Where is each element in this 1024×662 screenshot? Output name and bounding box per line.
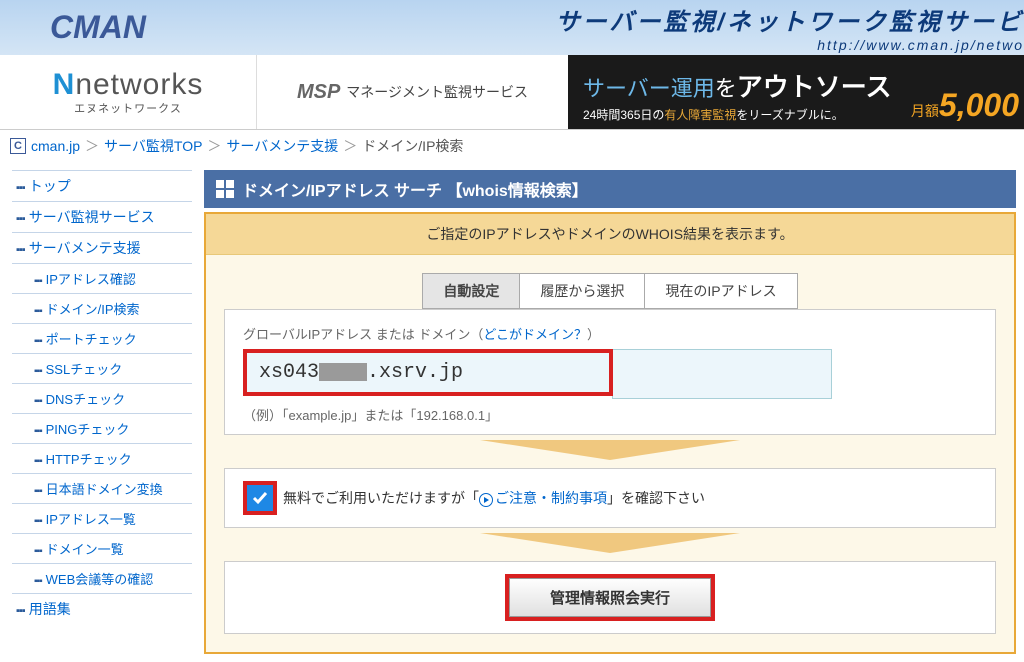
sidebar-item-domain-search[interactable]: ▪▪▪ドメイン/IP検索 xyxy=(12,293,192,323)
sidebar: ▪▪▪トップ ▪▪▪サーバ監視サービス ▪▪▪サーバメンテ支援 ▪▪▪IPアドレ… xyxy=(0,162,200,662)
menu-dots-icon: ▪▪▪ xyxy=(34,396,42,407)
breadcrumb-link-0[interactable]: cman.jp xyxy=(31,138,80,154)
flow-arrow-icon xyxy=(224,440,996,463)
page-title-bar: ドメイン/IPアドレス サーチ 【whois情報検索】 xyxy=(204,170,1016,208)
domain-input-extension[interactable] xyxy=(612,349,832,399)
sidebar-item-iplist[interactable]: ▪▪▪IPアドレス一覧 xyxy=(12,503,192,533)
submit-button-highlight: 管理情報照会実行 xyxy=(505,574,715,621)
input-label: グローバルIPアドレス または ドメイン（どこがドメイン？） xyxy=(243,324,977,343)
cman-logo[interactable]: CMAN xyxy=(50,9,146,46)
instruction-text: ご指定のIPアドレスやドメインのWHOIS結果を表示ます。 xyxy=(206,214,1014,255)
chevron-right-icon: ＞ xyxy=(85,136,99,156)
whois-form-box: ご指定のIPアドレスやドメインのWHOIS結果を表示ます。 自動設定 履歴から選… xyxy=(204,212,1016,654)
outsource-banner[interactable]: サーバー運用をアウトソース 24時間365日の有人障害監視をリーズナブルに。 月… xyxy=(568,55,1024,129)
menu-dots-icon: ▪▪▪ xyxy=(16,213,25,225)
breadcrumb-link-2[interactable]: サーバメンテ支援 xyxy=(226,136,338,156)
submit-button[interactable]: 管理情報照会実行 xyxy=(509,578,711,617)
sidebar-item-ipcheck[interactable]: ▪▪▪IPアドレス確認 xyxy=(12,263,192,293)
chevron-right-icon: ＞ xyxy=(343,136,357,156)
msp-banner[interactable]: MSP マネージメント監視サービス xyxy=(256,55,568,129)
menu-dots-icon: ▪▪▪ xyxy=(34,366,42,377)
menu-dots-icon: ▪▪▪ xyxy=(34,336,42,347)
input-mode-tabs: 自動設定 履歴から選択 現在のIPアドレス xyxy=(224,273,996,309)
tab-auto[interactable]: 自動設定 xyxy=(422,273,520,309)
grid-icon xyxy=(216,180,234,198)
flow-arrow-icon xyxy=(224,533,996,556)
submit-box: 管理情報照会実行 xyxy=(224,561,996,634)
breadcrumb-current: ドメイン/IP検索 xyxy=(362,136,463,156)
sidebar-item-glossary[interactable]: ▪▪▪用語集 xyxy=(12,593,192,624)
consent-box: 無料でご利用いただけますが「ご注意・制約事項」を確認下さい xyxy=(224,468,996,528)
domain-help-link[interactable]: どこがドメイン？ xyxy=(483,327,587,342)
page-title: ドメイン/IPアドレス サーチ 【whois情報検索】 xyxy=(242,177,588,201)
menu-dots-icon: ▪▪▪ xyxy=(34,426,42,437)
tab-current-ip[interactable]: 現在のIPアドレス xyxy=(645,273,797,309)
domain-input[interactable]: xs043.xsrv.jp xyxy=(243,349,613,396)
domain-input-group: グローバルIPアドレス または ドメイン（どこがドメイン？） xs043.xsr… xyxy=(224,309,996,435)
menu-dots-icon: ▪▪▪ xyxy=(16,244,25,256)
menu-dots-icon: ▪▪▪ xyxy=(34,546,42,557)
input-example: （例）「example.jp」または「192.168.0.1」 xyxy=(243,405,977,424)
menu-dots-icon: ▪▪▪ xyxy=(34,486,42,497)
header-bar: CMAN サーバー監視/ネットワーク監視サービ http://www.cman.… xyxy=(0,0,1024,55)
sidebar-item-webmeeting[interactable]: ▪▪▪WEB会議等の確認 xyxy=(12,563,192,593)
check-icon xyxy=(251,489,269,507)
sidebar-item-maintenance[interactable]: ▪▪▪サーバメンテ支援 xyxy=(12,232,192,263)
menu-dots-icon: ▪▪▪ xyxy=(16,605,25,617)
sidebar-item-idn[interactable]: ▪▪▪日本語ドメイン変換 xyxy=(12,473,192,503)
sidebar-item-monitor[interactable]: ▪▪▪サーバ監視サービス xyxy=(12,201,192,232)
consent-text: 無料でご利用いただけますが「ご注意・制約事項」を確認下さい xyxy=(283,488,705,508)
chevron-right-icon: ＞ xyxy=(207,136,221,156)
msp-text: マネージメント監視サービス xyxy=(346,82,528,102)
breadcrumb-link-1[interactable]: サーバ監視TOP xyxy=(104,136,202,156)
site-icon: C xyxy=(10,138,26,154)
redacted-segment xyxy=(319,363,367,381)
sidebar-item-domainlist[interactable]: ▪▪▪ドメイン一覧 xyxy=(12,533,192,563)
networks-logo-main: Nnetworks xyxy=(53,68,204,102)
menu-dots-icon: ▪▪▪ xyxy=(34,306,42,317)
menu-dots-icon: ▪▪▪ xyxy=(16,182,25,194)
consent-checkbox-highlight xyxy=(243,481,277,515)
menu-dots-icon: ▪▪▪ xyxy=(34,276,42,287)
menu-dots-icon: ▪▪▪ xyxy=(34,456,42,467)
menu-dots-icon: ▪▪▪ xyxy=(34,516,42,527)
msp-label: MSP xyxy=(297,81,340,104)
menu-dots-icon: ▪▪▪ xyxy=(34,576,42,587)
header-tagline-block: サーバー監視/ネットワーク監視サービ http://www.cman.jp/ne… xyxy=(556,2,1024,53)
tab-history[interactable]: 履歴から選択 xyxy=(520,273,645,309)
networks-logo-sub: エヌネットワークス xyxy=(74,100,182,116)
breadcrumb: C cman.jp ＞ サーバ監視TOP ＞ サーバメンテ支援 ＞ ドメイン/I… xyxy=(0,130,1024,162)
header-url: http://www.cman.jp/netwo xyxy=(556,37,1024,53)
sidebar-item-pingcheck[interactable]: ▪▪▪PINGチェック xyxy=(12,413,192,443)
sidebar-item-portcheck[interactable]: ▪▪▪ポートチェック xyxy=(12,323,192,353)
banner-row: Nnetworks エヌネットワークス MSP マネージメント監視サービス サー… xyxy=(0,55,1024,130)
play-icon xyxy=(479,493,493,507)
banner-price: 月額5,000 xyxy=(911,87,1019,124)
terms-link[interactable]: ご注意・制約事項 xyxy=(495,490,607,506)
consent-checkbox[interactable] xyxy=(247,485,273,511)
sidebar-item-sslcheck[interactable]: ▪▪▪SSLチェック xyxy=(12,353,192,383)
sidebar-item-top[interactable]: ▪▪▪トップ xyxy=(12,170,192,201)
main-content: ドメイン/IPアドレス サーチ 【whois情報検索】 ご指定のIPアドレスやド… xyxy=(200,162,1024,662)
header-tagline: サーバー監視/ネットワーク監視サービ xyxy=(556,2,1024,37)
networks-logo[interactable]: Nnetworks エヌネットワークス xyxy=(0,55,256,129)
sidebar-item-dnscheck[interactable]: ▪▪▪DNSチェック xyxy=(12,383,192,413)
sidebar-item-httpcheck[interactable]: ▪▪▪HTTPチェック xyxy=(12,443,192,473)
